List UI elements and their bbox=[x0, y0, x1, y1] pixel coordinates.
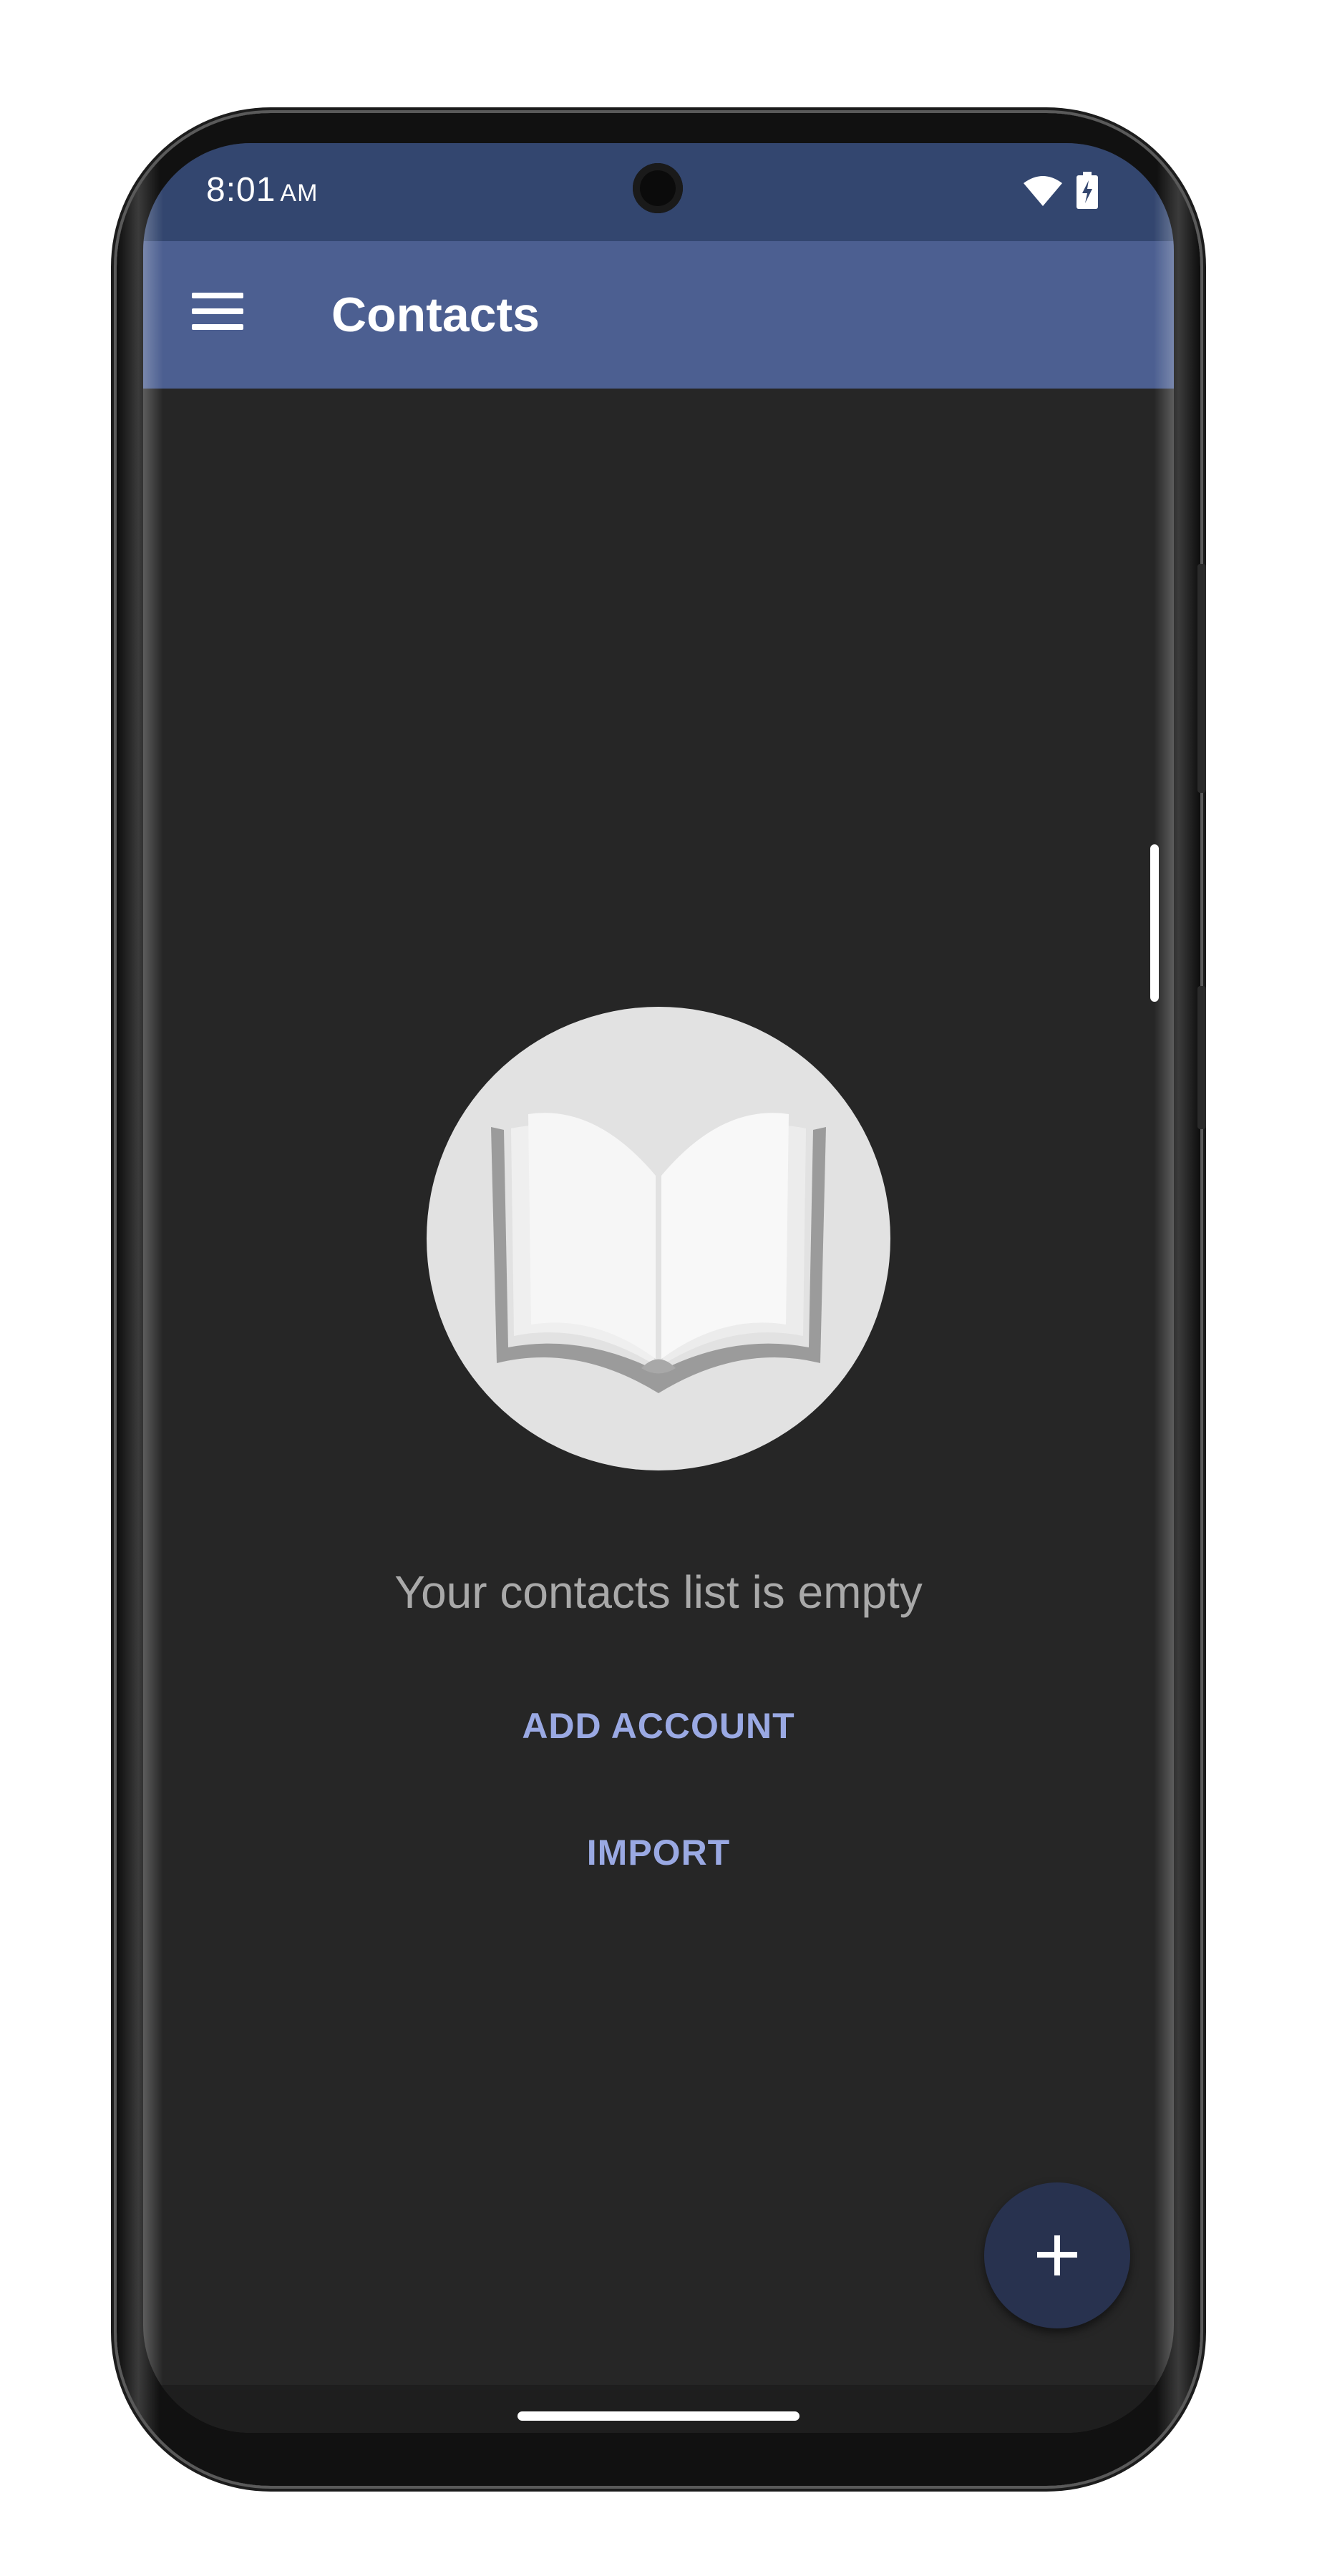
page-title: Contacts bbox=[331, 288, 540, 342]
empty-illustration bbox=[427, 1007, 890, 1470]
status-bar: 8:01 AM bbox=[143, 143, 1174, 241]
volume-button bbox=[1197, 986, 1206, 1129]
power-button bbox=[1197, 564, 1206, 793]
front-camera bbox=[633, 163, 683, 213]
wifi-icon bbox=[1024, 176, 1062, 206]
import-button[interactable]: IMPORT bbox=[444, 1832, 873, 1873]
hamburger-menu-icon[interactable] bbox=[192, 293, 243, 336]
device-screen: 8:01 AM Contacts Your contacts list is e… bbox=[143, 143, 1174, 2433]
empty-message: Your contacts list is empty bbox=[394, 1566, 923, 1618]
add-account-button[interactable]: ADD ACCOUNT bbox=[444, 1705, 873, 1747]
battery-charging-icon bbox=[1077, 172, 1098, 209]
home-gesture-handle[interactable] bbox=[517, 2411, 800, 2421]
status-time: 8:01 AM bbox=[206, 170, 318, 210]
contacts-empty-state: Your contacts list is empty ADD ACCOUNT … bbox=[143, 389, 1174, 2385]
navigation-bar bbox=[143, 2385, 1174, 2433]
edge-scroll-indicator bbox=[1150, 844, 1159, 1002]
app-bar: Contacts bbox=[143, 241, 1174, 389]
open-book-icon bbox=[491, 1113, 826, 1393]
status-time-value: 8:01 bbox=[206, 171, 276, 209]
status-time-ampm: AM bbox=[280, 180, 319, 207]
add-contact-fab[interactable] bbox=[984, 2182, 1130, 2328]
